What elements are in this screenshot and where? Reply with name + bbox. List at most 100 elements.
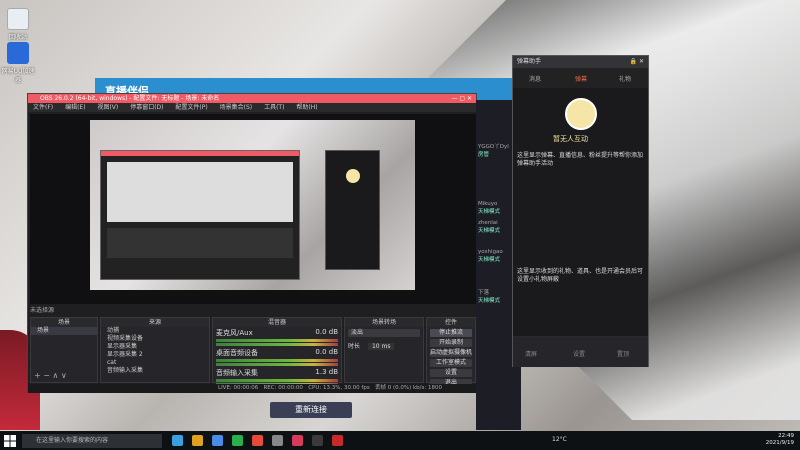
- taskbar-app-icon[interactable]: [252, 435, 263, 446]
- obs-window[interactable]: OBS 26.0.2 (64-bit, windows) - 配置文件: 无标题…: [27, 93, 477, 393]
- transitions-dock: 场景转场 淡出 时长 10 ms: [344, 317, 424, 383]
- settings-button[interactable]: 设置: [430, 369, 472, 377]
- virtual-camera-button[interactable]: 启动虚拟摄像机: [430, 349, 472, 357]
- nested-helper-preview: [325, 150, 380, 270]
- menu-help[interactable]: 帮助(H): [296, 104, 317, 111]
- stop-streaming-button[interactable]: 停止推流: [430, 329, 472, 337]
- obs-title: OBS 26.0.2 (64-bit, windows) - 配置文件: 无标题…: [40, 95, 220, 102]
- taskbar-search-input[interactable]: 在这里输入你要搜索的内容: [22, 434, 162, 448]
- tab-messages[interactable]: 消息: [529, 74, 541, 83]
- channel-name: 音频输入采集: [216, 369, 258, 377]
- mixer-channel[interactable]: 麦克风/Aux 0.0 dB: [213, 327, 341, 347]
- mascot-image: [565, 98, 597, 130]
- tab-gifts[interactable]: 礼物: [619, 74, 631, 83]
- menu-profile[interactable]: 配置文件(P): [175, 104, 207, 111]
- taskbar-app-icon[interactable]: [172, 435, 183, 446]
- taskbar-app-icon[interactable]: [212, 435, 223, 446]
- mixer-header: 混音器: [213, 318, 341, 327]
- desktop-icon-uu[interactable]: 网易UU加速器: [0, 42, 36, 84]
- pin-button[interactable]: 置顶: [617, 349, 629, 358]
- desktop-icon-label: 回收站: [8, 34, 27, 41]
- taskbar-app-icon[interactable]: [192, 435, 203, 446]
- mixer-dock: 混音器 麦克风/Aux 0.0 dB 桌面音频设备 0.0 dB 音频输入采集 …: [212, 317, 342, 386]
- clock-time: 22:49: [778, 433, 794, 439]
- helper-titlebar[interactable]: 弹幕助手 🔒 ✕: [513, 56, 648, 68]
- cpu-status: CPU: 13.3%, 30.00 fps: [308, 385, 370, 391]
- uu-accelerator-icon: [7, 42, 29, 64]
- desktop-icon-label: 网易UU加速器: [1, 68, 35, 84]
- helper-title: 弹幕助手: [517, 58, 542, 65]
- menu-view[interactable]: 视图(V): [97, 104, 118, 111]
- studio-mode-button[interactable]: 工作室模式: [430, 359, 472, 367]
- menu-file[interactable]: 文件(F): [33, 104, 53, 111]
- taskbar-app-icon[interactable]: [312, 435, 323, 446]
- volume-meter: [216, 363, 338, 366]
- windows-start-icon[interactable]: [4, 435, 16, 447]
- source-item[interactable]: cat: [101, 359, 209, 367]
- helper-text-bottom: 这里显示收到的礼物、道具、也是开通会员后可设置小礼物屏蔽: [517, 268, 644, 283]
- source-item[interactable]: 音频输入采集: [101, 367, 209, 375]
- scene-item[interactable]: 场景: [31, 327, 97, 335]
- clear-button[interactable]: 清屏: [525, 349, 537, 358]
- volume-meter: [216, 339, 338, 342]
- menu-edit[interactable]: 编辑(E): [65, 104, 85, 111]
- controls-dock: 控件 停止推流 开始录制 启动虚拟摄像机 工作室模式 设置 退出: [426, 317, 476, 387]
- recycle-bin-icon: [7, 8, 29, 30]
- obs-titlebar[interactable]: OBS 26.0.2 (64-bit, windows) - 配置文件: 无标题…: [28, 94, 476, 103]
- helper-body: 暂无人互动 这里显示弹幕、直播信息、粉丝提升等帮你添加弹幕助手活动 这里显示收到…: [513, 88, 648, 336]
- obs-menubar: 文件(F) 编辑(E) 视图(V) 停靠窗口(D) 配置文件(P) 场景集合(S…: [28, 103, 476, 112]
- taskbar-app-icon[interactable]: [332, 435, 343, 446]
- mascot-caption: 暂无人互动: [553, 135, 588, 143]
- taskbar: 在这里输入你要搜索的内容 12°C 22:49 2021/9/19: [0, 431, 800, 450]
- helper-text-top: 这里显示弹幕、直播信息、粉丝提升等帮你添加弹幕助手活动: [517, 152, 644, 167]
- taskbar-app-icon[interactable]: [292, 435, 303, 446]
- menu-docks[interactable]: 停靠窗口(D): [130, 104, 163, 111]
- duration-label: 时长: [348, 343, 361, 350]
- weather-text[interactable]: 12°C: [552, 436, 567, 443]
- source-item[interactable]: 显示器采集 2: [101, 351, 209, 359]
- rec-time: REC: 00:00:00: [263, 385, 303, 391]
- sources-dock: 来源 动捕 视频采集设备 显示器采集 显示器采集 2 cat 音频输入采集: [100, 317, 210, 383]
- clock-date: 2021/9/19: [765, 440, 794, 446]
- start-recording-button[interactable]: 开始录制: [430, 339, 472, 347]
- volume-meter: [216, 379, 338, 382]
- reconnect-button[interactable]: 重新连接: [270, 402, 352, 418]
- danmaku-helper-window[interactable]: 弹幕助手 🔒 ✕ 消息 弹幕 礼物 暂无人互动 这里显示弹幕、直播信息、粉丝提升…: [512, 55, 649, 367]
- live-time: LIVE: 00:00:06: [218, 385, 259, 391]
- desktop-icon-recycle-bin[interactable]: 回收站: [0, 8, 36, 41]
- sources-header: 来源: [101, 318, 209, 327]
- mixer-channel[interactable]: 桌面音频设备 0.0 dB: [213, 347, 341, 367]
- volume-meter: [216, 359, 338, 362]
- menu-scene-collection[interactable]: 场景集合(S): [220, 104, 253, 111]
- transition-select[interactable]: 淡出: [348, 329, 420, 337]
- channel-db: 0.0 dB: [315, 328, 338, 336]
- channel-name: 桌面音频设备: [216, 349, 258, 357]
- source-item[interactable]: 视频采集设备: [101, 335, 209, 343]
- taskbar-app-icon[interactable]: [272, 435, 283, 446]
- settings-button[interactable]: 设置: [573, 349, 585, 358]
- nested-obs-preview: [100, 150, 300, 280]
- source-item[interactable]: 动捕: [101, 327, 209, 335]
- scene-controls[interactable]: + − ∧ ∨: [34, 371, 67, 380]
- channel-name: 麦克风/Aux: [216, 329, 253, 337]
- window-controls[interactable]: — ▢ ✕: [451, 94, 472, 103]
- preview-canvas: [90, 120, 415, 298]
- channel-db: 0.0 dB: [315, 348, 338, 356]
- tab-danmaku[interactable]: 弹幕: [575, 74, 587, 83]
- obs-statusbar: LIVE: 00:00:06 REC: 00:00:00 CPU: 13.3%,…: [28, 384, 476, 393]
- lock-close-icons[interactable]: 🔒 ✕: [630, 56, 644, 68]
- no-source-selected: 未选择源: [30, 307, 55, 314]
- channel-db: 1.3 dB: [315, 368, 338, 376]
- source-item[interactable]: 显示器采集: [101, 343, 209, 351]
- scenes-header: 场景: [31, 318, 97, 327]
- duration-input[interactable]: 10 ms: [367, 343, 395, 350]
- helper-footer: 清屏 设置 置顶: [513, 337, 648, 367]
- volume-meter: [216, 343, 338, 346]
- obs-preview[interactable]: [30, 114, 476, 304]
- transitions-header: 场景转场: [345, 318, 423, 327]
- nested-taskbar: [90, 290, 415, 298]
- menu-tools[interactable]: 工具(T): [264, 104, 284, 111]
- taskbar-clock[interactable]: 22:49 2021/9/19: [766, 433, 794, 447]
- controls-header: 控件: [427, 318, 475, 327]
- taskbar-app-icon[interactable]: [232, 435, 243, 446]
